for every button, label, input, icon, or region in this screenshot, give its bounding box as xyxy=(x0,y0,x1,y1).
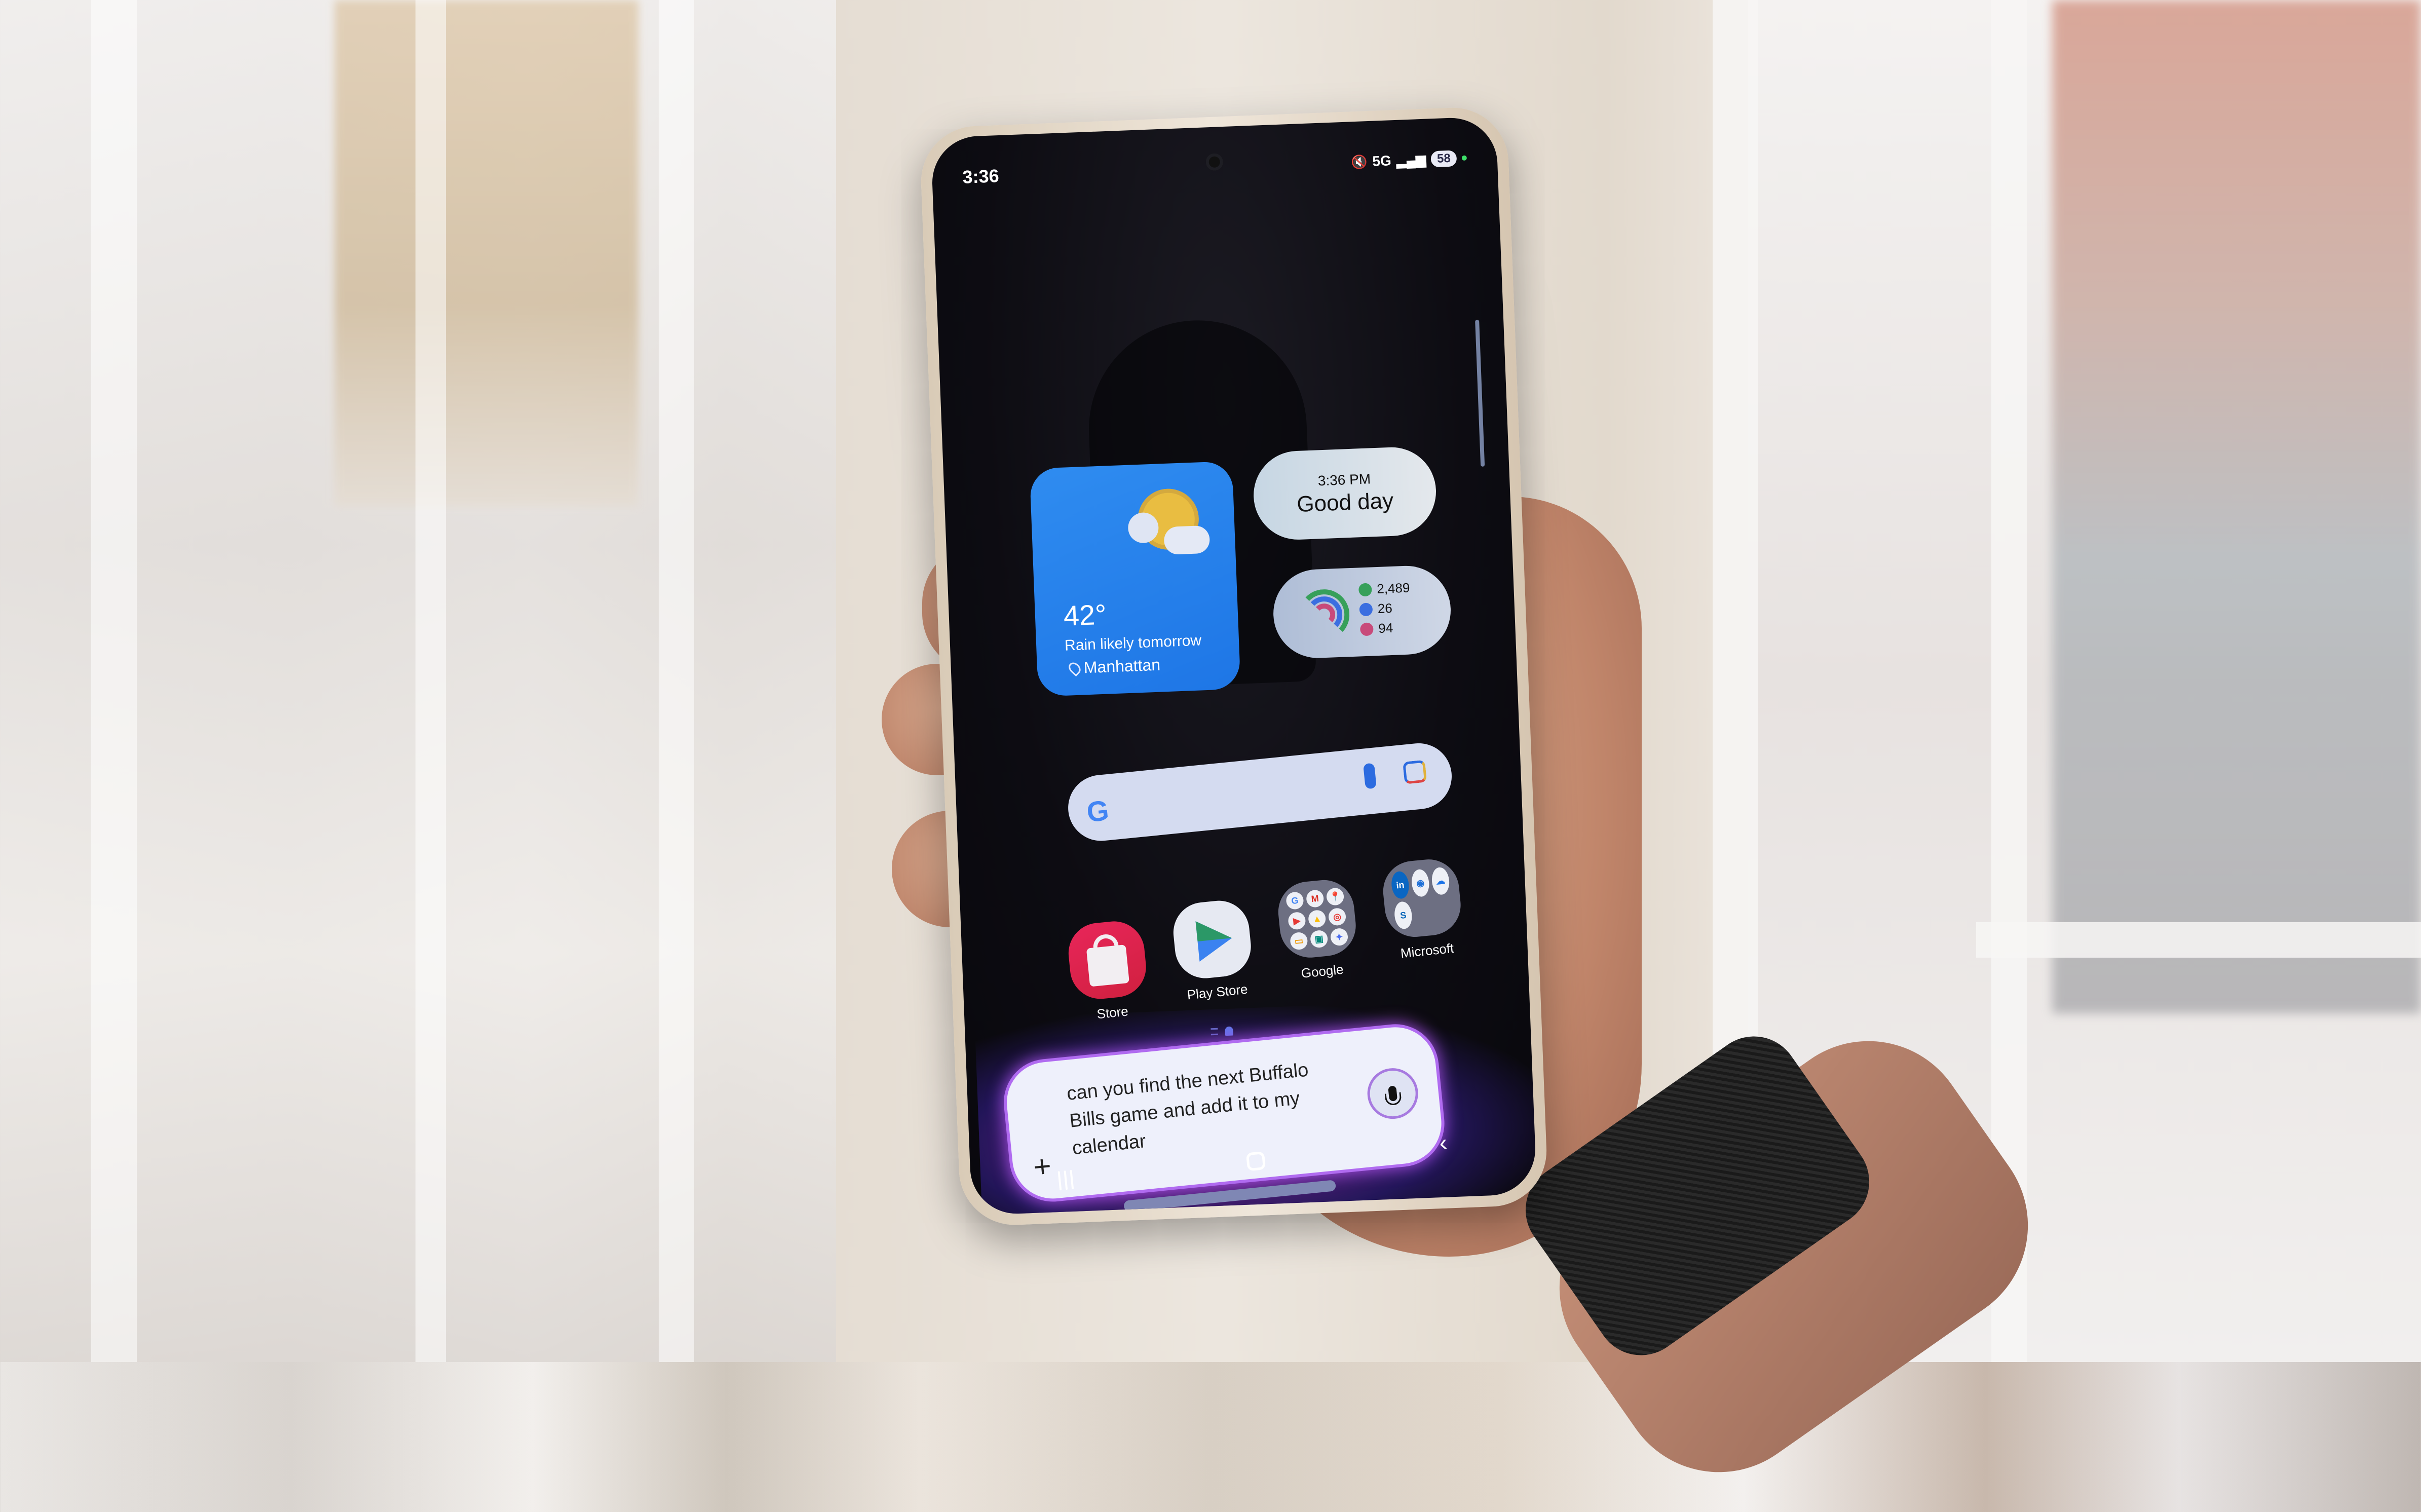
partly-cloudy-icon xyxy=(1121,482,1210,561)
window-frame xyxy=(1976,922,2421,958)
stat-value: 94 xyxy=(1378,620,1393,636)
recents-button[interactable] xyxy=(1057,1169,1074,1191)
mic-icon[interactable] xyxy=(1363,763,1377,789)
lens-icon[interactable] xyxy=(1403,760,1427,784)
home-button[interactable] xyxy=(1246,1151,1266,1171)
curtain xyxy=(415,0,446,1362)
health-stats: 2,489 26 94 xyxy=(1358,580,1412,637)
weather-location: Manhattan xyxy=(1066,655,1161,678)
status-icons: 🔇 5G ▂▄▆ 58 xyxy=(1351,150,1467,171)
status-bar: 3:36 🔇 5G ▂▄▆ 58 xyxy=(962,143,1467,193)
stat-active-time: 26 xyxy=(1359,600,1411,618)
building-left xyxy=(334,0,638,507)
app-row: Store Play Store G M 📍 ▶ ▲ ◎ ▭ ▣ ✦ Googl… xyxy=(1057,855,1484,1023)
calories-icon xyxy=(1359,622,1374,636)
edge-panel-handle[interactable] xyxy=(1475,319,1485,467)
location-pin-icon xyxy=(1066,660,1083,676)
weather-description: Rain likely tomorrow xyxy=(1064,632,1202,654)
phone: 3:36 🔇 5G ▂▄▆ 58 42° Rain likely tomorro… xyxy=(919,105,1549,1227)
meet-icon: ▣ xyxy=(1309,929,1329,949)
gemini-app-icon: ✦ xyxy=(1330,927,1349,947)
mic-icon xyxy=(1388,1085,1398,1102)
stat-value: 26 xyxy=(1377,600,1393,617)
outlook-icon: S xyxy=(1393,900,1413,930)
privacy-indicator xyxy=(1461,155,1467,161)
shopping-bag-icon xyxy=(1066,918,1149,1002)
weather-widget[interactable]: 42° Rain likely tomorrow Manhattan xyxy=(1029,461,1241,697)
folder-google[interactable]: G M 📍 ▶ ▲ ◎ ▭ ▣ ✦ Google xyxy=(1270,877,1366,984)
battery-icon: 58 xyxy=(1430,150,1457,168)
weather-location-label: Manhattan xyxy=(1083,655,1161,677)
linkedin-icon: in xyxy=(1390,871,1411,900)
google-app-icon: G xyxy=(1285,891,1305,911)
clock-time: 3:36 PM xyxy=(1317,470,1371,488)
photos-icon: ▭ xyxy=(1289,931,1309,951)
copilot-icon: ◉ xyxy=(1410,868,1430,898)
app-label: Google xyxy=(1300,961,1344,981)
app-label: Play Store xyxy=(1186,981,1249,1003)
stat-calories: 94 xyxy=(1359,620,1412,637)
stat-value: 2,489 xyxy=(1376,580,1410,597)
clock-greeting: Good day xyxy=(1296,488,1394,517)
app-store[interactable]: Store xyxy=(1061,918,1156,1025)
clock-widget[interactable]: 3:36 PM Good day xyxy=(1252,445,1438,542)
google-logo-icon: G xyxy=(1085,794,1111,828)
folder-microsoft[interactable]: in ◉ ☁ S Microsoft xyxy=(1375,856,1471,963)
play-store-icon xyxy=(1170,897,1254,981)
app-label: Microsoft xyxy=(1399,940,1455,961)
maps-icon: 📍 xyxy=(1326,887,1345,906)
google-search-bar[interactable]: G xyxy=(1065,740,1455,844)
folder-icon: G M 📍 ▶ ▲ ◎ ▭ ▣ ✦ xyxy=(1275,877,1359,961)
onedrive-icon: ☁ xyxy=(1430,866,1451,896)
back-button[interactable]: ‹ xyxy=(1438,1128,1449,1156)
youtube-music-icon: ◎ xyxy=(1328,907,1347,926)
stat-steps: 2,489 xyxy=(1358,580,1410,598)
youtube-icon: ▶ xyxy=(1287,911,1307,930)
curtain xyxy=(91,0,137,1362)
app-play-store[interactable]: Play Store xyxy=(1165,897,1261,1004)
gemini-mic-button[interactable] xyxy=(1365,1066,1421,1121)
network-label: 5G xyxy=(1372,153,1392,169)
drive-icon: ▲ xyxy=(1307,909,1327,928)
folder-icon: in ◉ ☁ S xyxy=(1380,856,1464,940)
gmail-icon: M xyxy=(1305,889,1325,909)
home-screen: 3:36 🔇 5G ▂▄▆ 58 42° Rain likely tomorro… xyxy=(930,116,1537,1216)
status-time: 3:36 xyxy=(962,165,1000,187)
mute-icon: 🔇 xyxy=(1350,154,1368,170)
steps-icon xyxy=(1358,582,1372,596)
active-time-icon xyxy=(1359,602,1373,616)
health-widget[interactable]: 2,489 26 94 xyxy=(1271,564,1453,660)
weather-temperature: 42° xyxy=(1063,598,1107,632)
signal-icon: ▂▄▆ xyxy=(1396,152,1426,168)
curtain xyxy=(659,0,694,1362)
activity-rings-icon xyxy=(1298,588,1351,641)
building-right xyxy=(2052,0,2421,1013)
